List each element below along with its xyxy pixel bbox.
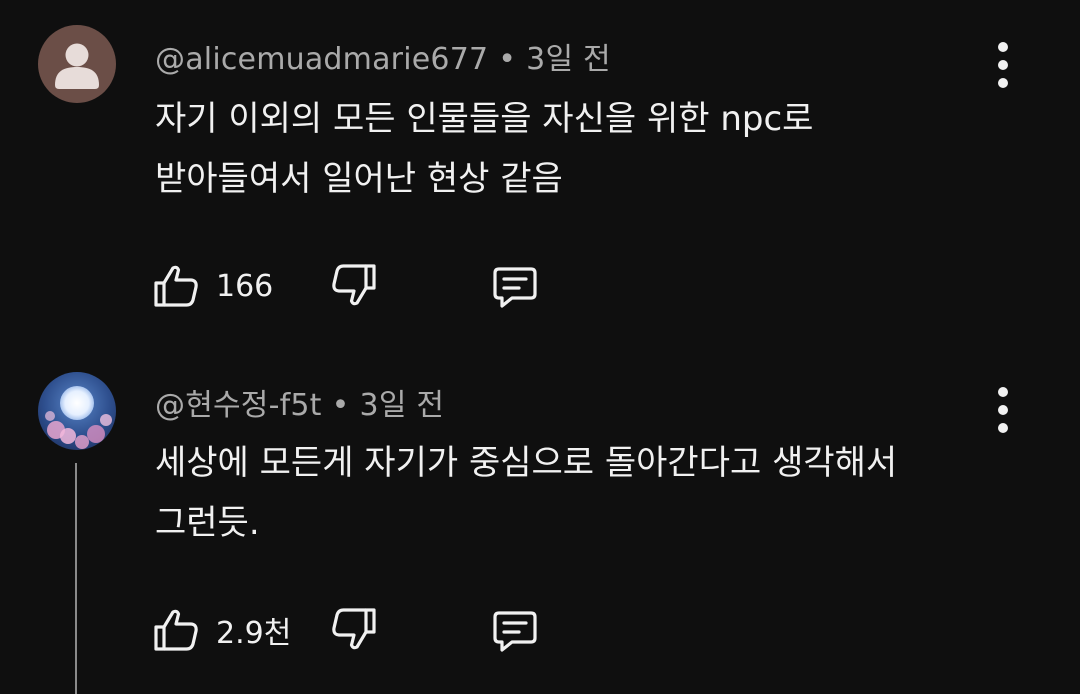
like-count: 166: [216, 268, 274, 304]
thumbs-down-icon: [332, 608, 376, 650]
comment-item: @현수정-f5t • 3일 전 세상에 모든게 자기가 중심으로 돌아간다고 생각해…: [0, 350, 1080, 694]
moon-blossom-avatar-image: [38, 372, 116, 450]
thumbs-up-icon: [154, 609, 198, 651]
comment-text-line: 자기 이외의 모든 인물들을 자신을 위한 npc로: [155, 99, 814, 139]
like-count: 2.9천: [216, 616, 292, 651]
comment-timestamp[interactable]: 3일 전: [360, 388, 445, 423]
comment-reply-icon: [493, 267, 537, 308]
comment-text: 자기 이외의 모든 인물들을 자신을 위한 npc로 받아들여서 일어난 현상 …: [155, 89, 1015, 209]
dislike-button[interactable]: [328, 604, 380, 656]
thumbs-down-icon: [332, 264, 376, 306]
comment-timestamp[interactable]: 3일 전: [526, 42, 611, 77]
meta-separator: •: [498, 42, 517, 77]
reply-button[interactable]: [488, 604, 542, 658]
default-avatar-icon: [38, 25, 116, 103]
reply-button[interactable]: [488, 260, 542, 314]
dislike-button[interactable]: [328, 260, 380, 312]
comment-text: 세상에 모든게 자기가 중심으로 돌아간다고 생각해서 그런듯.: [155, 433, 1015, 553]
thumbs-up-icon: [154, 265, 198, 307]
comment-actions: 2.9천: [150, 602, 570, 658]
comment-text-line: 받아들여서 일어난 현상 같음: [155, 159, 563, 199]
meta-separator: •: [331, 388, 350, 423]
comment-text-line: 그런듯.: [155, 503, 260, 543]
comment-text-line: 세상에 모든게 자기가 중심으로 돌아간다고 생각해서: [155, 443, 898, 483]
avatar[interactable]: [38, 25, 116, 103]
author-name[interactable]: @현수정-f5t: [155, 388, 322, 423]
more-options-button[interactable]: [988, 387, 1018, 433]
like-button[interactable]: 2.9천: [150, 602, 291, 658]
avatar[interactable]: [38, 372, 116, 450]
comment-meta: @현수정-f5t • 3일 전: [155, 380, 444, 424]
comment-item: @alicemuadmarie677 • 3일 전 자기 이외의 모든 인물들을 자…: [0, 0, 1080, 350]
comment-meta: @alicemuadmarie677 • 3일 전: [155, 34, 611, 78]
comment-reply-icon: [493, 611, 537, 652]
like-button[interactable]: 166: [150, 258, 273, 314]
author-name[interactable]: @alicemuadmarie677: [155, 42, 488, 77]
more-options-button[interactable]: [988, 42, 1018, 88]
reply-thread-line: [75, 463, 77, 694]
comment-actions: 166: [150, 258, 570, 314]
